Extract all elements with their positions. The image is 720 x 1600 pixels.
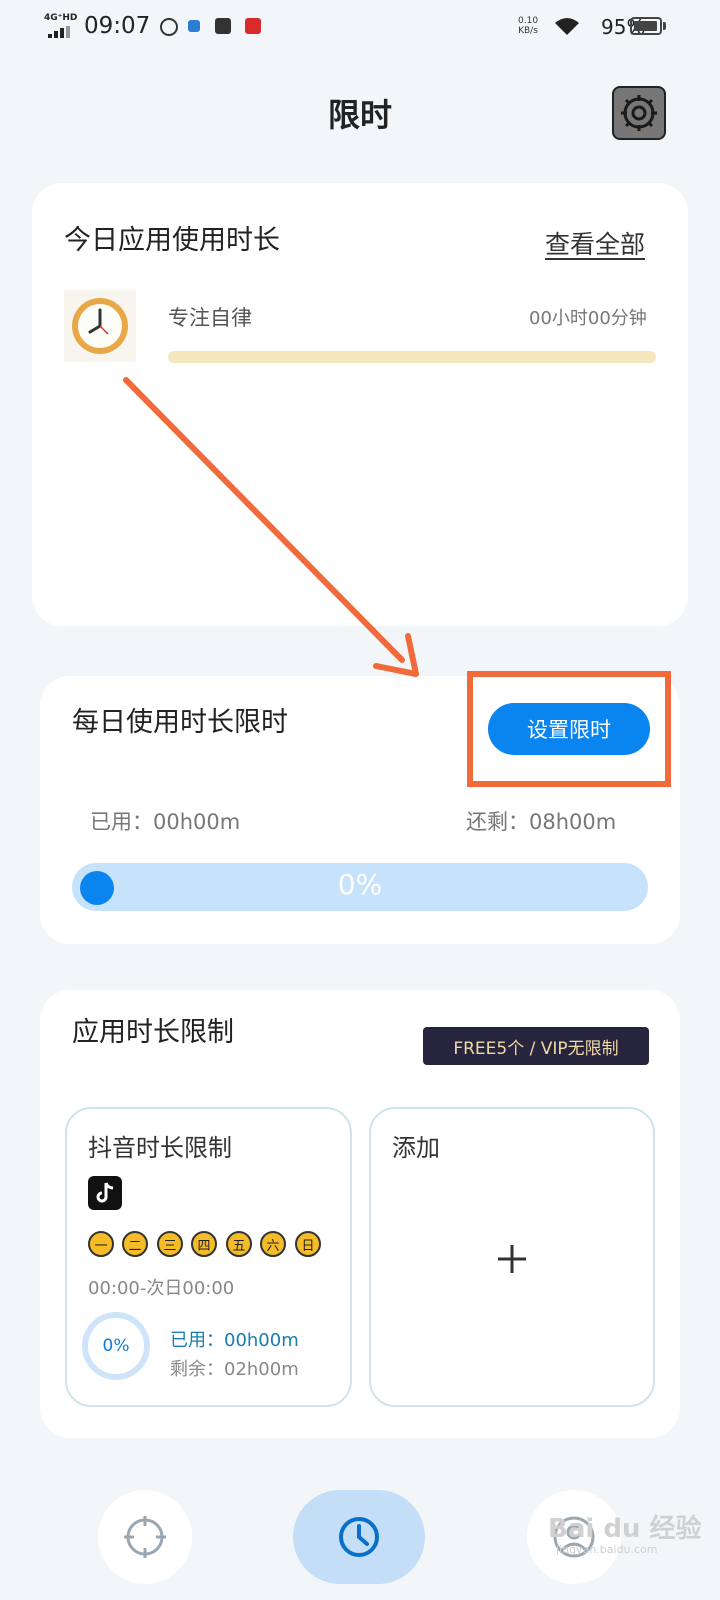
vip-badge[interactable]: FREE5个 / VIP无限制 [423, 1027, 649, 1065]
weekday-sat: 六 [260, 1231, 286, 1257]
clock-icon [339, 1517, 379, 1557]
limit-used: 已用：00h00m [170, 1330, 299, 1351]
limit-progress-ring: 0% [82, 1312, 150, 1380]
watermark-url: jingyan.baidu.com [556, 1543, 658, 1556]
limit-remaining: 剩余：02h00m [170, 1359, 299, 1380]
weekday-tue: 二 [122, 1231, 148, 1257]
weekday-wed: 三 [157, 1231, 183, 1257]
weekday-fri: 五 [226, 1231, 252, 1257]
crosshair-icon [124, 1516, 166, 1558]
app-limits-title: 应用时长限制 [72, 1017, 234, 1048]
weekday-mon: 一 [88, 1231, 114, 1257]
nav-limit-tab[interactable] [293, 1490, 425, 1584]
watermark: Bai du 经验 [548, 1514, 702, 1544]
tiktok-note-icon [96, 1182, 114, 1203]
tiktok-limit-title: 抖音时长限制 [88, 1134, 232, 1162]
annotation-highlight-box [467, 671, 671, 787]
tiktok-icon [88, 1176, 122, 1210]
weekday-sun: 日 [295, 1231, 321, 1257]
plus-icon [498, 1245, 526, 1273]
weekday-thu: 四 [191, 1231, 217, 1257]
add-limit-title: 添加 [392, 1134, 440, 1162]
nav-focus-tab[interactable] [98, 1490, 192, 1584]
limit-schedule: 00:00-次日00:00 [88, 1278, 235, 1299]
